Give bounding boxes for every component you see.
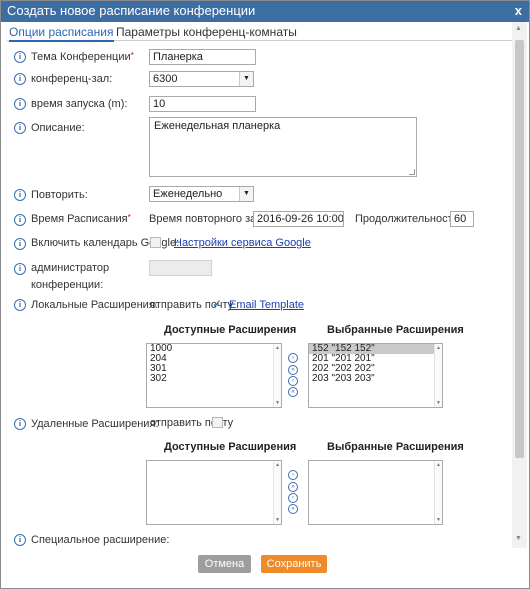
list-item[interactable]: 301 (147, 364, 281, 374)
google-settings-link[interactable]: Настройки сервиса Google (174, 237, 311, 249)
remove-selected-button[interactable]: ‹ (288, 376, 298, 386)
list-item[interactable]: 1000 (147, 344, 281, 354)
dialog-titlebar: Создать новое расписание конференции x (1, 1, 529, 22)
repeat-select-value: Еженедельно (153, 188, 223, 200)
tab-room-parameters[interactable]: Параметры конференц-комнаты (116, 25, 297, 39)
special-extension-label: Специальное расширение: (31, 534, 170, 546)
local-selected-header: Выбранные Расширения (327, 324, 464, 336)
local-available-header: Доступные Расширения (164, 324, 297, 336)
cancel-button[interactable]: Отмена (198, 555, 251, 573)
scroll-thumb[interactable] (515, 40, 524, 458)
remove-selected-button[interactable]: ‹ (288, 493, 298, 503)
scroll-down-icon[interactable]: ▼ (436, 400, 441, 406)
info-icon[interactable]: i (14, 214, 26, 226)
remote-available-header: Доступные Расширения (164, 441, 297, 453)
save-button[interactable]: Сохранить (261, 555, 327, 573)
admin-label-line2: конференции: (31, 279, 104, 291)
scroll-down-icon[interactable]: ▼ (515, 535, 522, 543)
remove-all-button[interactable]: « (288, 387, 298, 397)
description-textarea[interactable]: Еженедельная планерка (149, 117, 417, 177)
chevron-down-icon[interactable]: ▼ (239, 187, 253, 201)
start-time-label: время запуска (m): (31, 98, 128, 110)
remove-all-button[interactable]: « (288, 504, 298, 514)
info-icon[interactable]: i (14, 418, 26, 430)
list-scrollbar[interactable]: ▲ ▼ (273, 461, 281, 524)
description-label: Описание: (31, 122, 85, 134)
subject-input[interactable]: Планерка (149, 49, 256, 65)
repeat-label: Повторить: (31, 189, 88, 201)
room-label: конференц-зал: (31, 73, 113, 85)
remote-extensions-label: Удаленные Расширения: (31, 418, 159, 430)
dialog-scrollbar[interactable]: ▲ ▼ (512, 22, 527, 548)
local-extensions-label: Локальные Расширения: (31, 299, 158, 311)
start-time-input[interactable]: 10 (149, 96, 256, 112)
remote-available-list[interactable]: ▲ ▼ (146, 460, 282, 525)
duration-input[interactable]: 60 (450, 211, 474, 227)
remote-selected-list[interactable]: ▲ ▼ (308, 460, 443, 525)
close-icon[interactable]: x (515, 3, 522, 18)
add-all-button[interactable]: » (288, 365, 298, 375)
email-template-link[interactable]: Email Template (229, 299, 304, 311)
info-icon[interactable]: i (14, 51, 26, 63)
scroll-down-icon[interactable]: ▼ (436, 517, 441, 523)
info-icon[interactable]: i (14, 98, 26, 110)
info-icon[interactable]: i (14, 189, 26, 201)
room-select-value: 6300 (153, 73, 178, 85)
info-icon[interactable]: i (14, 263, 26, 275)
list-scrollbar[interactable]: ▲ ▼ (434, 461, 442, 524)
info-icon[interactable]: i (14, 299, 26, 311)
scroll-down-icon[interactable]: ▼ (275, 400, 280, 406)
tab-bar: Опции расписания Параметры конференц-ком… (7, 25, 513, 42)
info-icon[interactable]: i (14, 238, 26, 250)
list-item[interactable]: 302 (147, 374, 281, 384)
admin-input[interactable] (149, 260, 212, 276)
list-scrollbar[interactable]: ▲ ▼ (434, 344, 442, 407)
info-icon[interactable]: i (14, 122, 26, 134)
dialog-title: Создать новое расписание конференции (7, 3, 256, 18)
description-text: Еженедельная планерка (154, 120, 281, 132)
remote-send-mail-checkbox[interactable] (212, 417, 223, 428)
local-send-mail-checkbox[interactable]: ✓ (212, 297, 222, 311)
list-item[interactable]: 204 (147, 354, 281, 364)
tab-schedule-options[interactable]: Опции расписания (9, 25, 114, 42)
schedule-dialog: Создать новое расписание конференции x О… (0, 0, 530, 589)
repeat-select[interactable]: Еженедельно ▼ (149, 186, 254, 202)
scroll-up-icon[interactable]: ▲ (275, 462, 280, 468)
chevron-down-icon[interactable]: ▼ (239, 72, 253, 86)
subject-label: Тема Конференции* (31, 51, 134, 63)
local-selected-list[interactable]: 152 "152 152" 201 "201 201" 202 "202 202… (308, 343, 443, 408)
schedule-time-label: Время Расписания* (31, 213, 131, 225)
scroll-up-icon[interactable]: ▲ (515, 25, 522, 33)
add-selected-button[interactable]: › (288, 470, 298, 480)
scroll-down-icon[interactable]: ▼ (275, 517, 280, 523)
remote-selected-header: Выбранные Расширения (327, 441, 464, 453)
repeat-time-input[interactable]: 2016-09-26 10:00:00 (253, 211, 344, 227)
list-scrollbar[interactable]: ▲ ▼ (273, 344, 281, 407)
add-all-button[interactable]: » (288, 482, 298, 492)
scroll-up-icon[interactable]: ▲ (275, 345, 280, 351)
room-select[interactable]: 6300 ▼ (149, 71, 254, 87)
local-available-list[interactable]: 1000 204 301 302 ▲ ▼ (146, 343, 282, 408)
info-icon[interactable]: i (14, 534, 26, 546)
scroll-up-icon[interactable]: ▲ (436, 345, 441, 351)
add-selected-button[interactable]: › (288, 353, 298, 363)
list-item[interactable]: 203 "203 203" (309, 374, 442, 384)
scroll-up-icon[interactable]: ▲ (436, 462, 441, 468)
resize-handle-icon[interactable] (409, 169, 415, 175)
admin-label-line1: администратор (31, 262, 110, 274)
info-icon[interactable]: i (14, 73, 26, 85)
google-calendar-checkbox[interactable] (150, 237, 161, 248)
